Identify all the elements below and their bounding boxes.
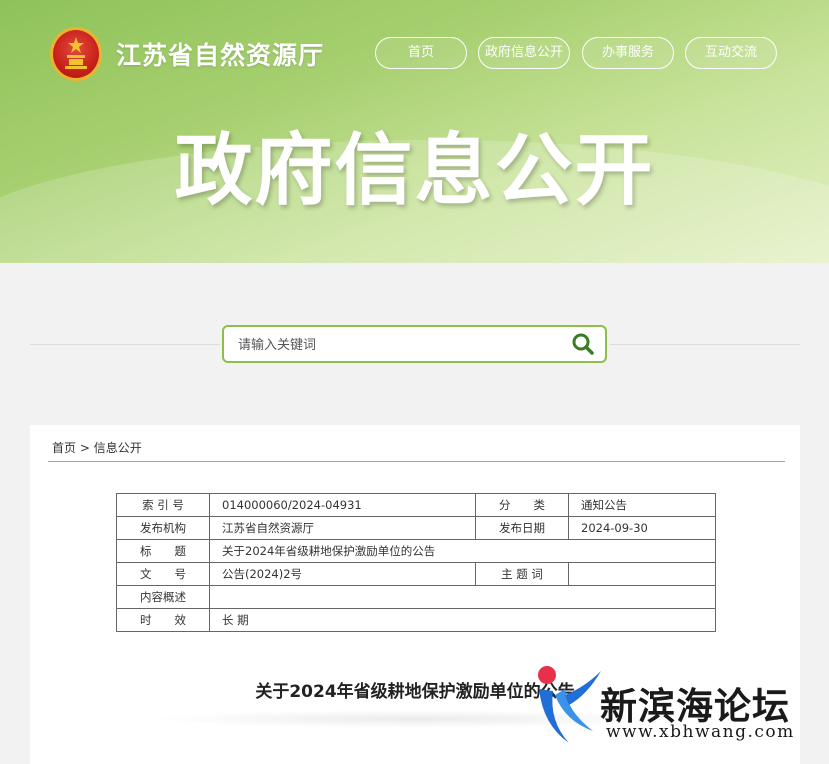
search-divider-left (30, 344, 220, 345)
breadcrumb-current[interactable]: 信息公开 (94, 441, 142, 455)
date-value: 2024-09-30 (568, 516, 716, 540)
table-row: 索 引 号 014000060/2024-04931 分 类 通知公告 (116, 493, 716, 517)
breadcrumb: 首页 > 信息公开 (52, 439, 142, 456)
search-input[interactable] (238, 334, 558, 356)
publisher-label: 发布机构 (116, 516, 210, 540)
doc-number-label: 文 号 (116, 562, 210, 586)
index-value: 014000060/2024-04931 (209, 493, 476, 517)
date-label: 发布日期 (475, 516, 569, 540)
subject-value (568, 562, 716, 586)
table-row: 标 题 关于2024年省级耕地保护激励单位的公告 (116, 539, 716, 563)
table-row: 文 号 公告(2024)2号 主 题 词 (116, 562, 716, 586)
breadcrumb-separator: > (76, 441, 94, 455)
summary-value (209, 585, 716, 609)
national-emblem-icon (50, 27, 102, 81)
header-banner: 江苏省自然资源厅 首页 政府信息公开 办事服务 互动交流 政府信息公开 (0, 0, 829, 263)
watermark-logo-icon (538, 666, 601, 743)
search-bar (222, 325, 607, 363)
publisher-value: 江苏省自然资源厅 (209, 516, 476, 540)
hero-title: 政府信息公开 (174, 126, 655, 216)
category-value: 通知公告 (568, 493, 716, 517)
breadcrumb-divider (48, 461, 785, 462)
agency-name[interactable]: 江苏省自然资源厅 (116, 36, 324, 72)
search-button[interactable] (561, 327, 605, 361)
validity-label: 时 效 (116, 608, 210, 632)
validity-value: 长 期 (209, 608, 716, 632)
nav-home[interactable]: 首页 (375, 37, 467, 69)
search-icon (572, 333, 594, 355)
document-metadata-table: 索 引 号 014000060/2024-04931 分 类 通知公告 发布机构… (116, 493, 716, 632)
breadcrumb-home[interactable]: 首页 (52, 441, 76, 455)
category-label: 分 类 (475, 493, 569, 517)
index-label: 索 引 号 (116, 493, 210, 517)
watermark-url: www.xbhwang.com (606, 722, 795, 742)
nav-services[interactable]: 办事服务 (582, 37, 674, 69)
summary-label: 内容概述 (116, 585, 210, 609)
title-label: 标 题 (116, 539, 210, 563)
search-divider-right (610, 344, 800, 345)
doc-number-value: 公告(2024)2号 (209, 562, 476, 586)
title-value: 关于2024年省级耕地保护激励单位的公告 (209, 539, 716, 563)
nav-gov-info[interactable]: 政府信息公开 (478, 37, 570, 69)
nav-interaction[interactable]: 互动交流 (685, 37, 777, 69)
table-row: 时 效 长 期 (116, 608, 716, 632)
subject-label: 主 题 词 (475, 562, 569, 586)
table-row: 发布机构 江苏省自然资源厅 发布日期 2024-09-30 (116, 516, 716, 540)
table-row: 内容概述 (116, 585, 716, 609)
